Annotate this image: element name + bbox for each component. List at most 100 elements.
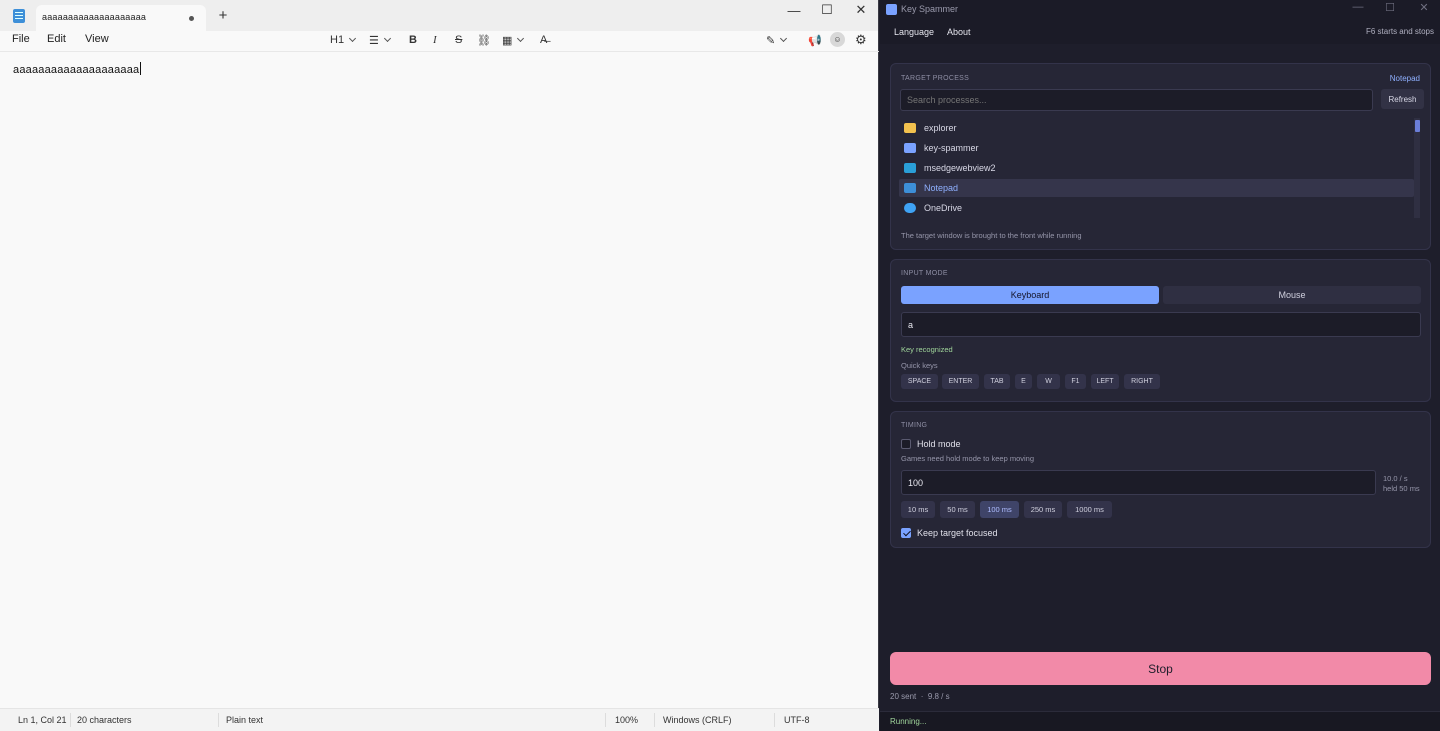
menu-about[interactable]: About [947, 27, 971, 37]
italic-button[interactable]: I [433, 33, 437, 47]
scrollbar-thumb[interactable] [1415, 120, 1420, 132]
status-separator [70, 713, 71, 727]
process-name: key-spammer [924, 143, 979, 153]
preset-50ms[interactable]: 50 ms [940, 501, 975, 518]
maximize-button[interactable]: ☐ [1376, 1, 1404, 14]
menu-edit[interactable]: Edit [47, 33, 66, 45]
interval-input[interactable]: 100 [901, 470, 1376, 495]
announcement-button[interactable]: 📢 [808, 33, 822, 47]
quick-key-w[interactable]: W [1037, 374, 1060, 389]
hold-mode-note: Games need hold mode to keep moving [901, 454, 1034, 463]
menu-file[interactable]: File [12, 33, 30, 45]
copilot-dropdown[interactable]: ✎ [766, 33, 788, 47]
preset-100ms[interactable]: 100 ms [980, 501, 1019, 518]
notepad-window: aaaaaaaaaaaaaaaaaaaa + — ☐ ✕ File Edit V… [0, 0, 879, 731]
gear-icon: ⚙ [855, 32, 867, 47]
menu-view[interactable]: View [85, 33, 109, 45]
notepad-tab[interactable]: aaaaaaaaaaaaaaaaaaaa [36, 5, 206, 31]
chevron-down-icon [383, 34, 391, 43]
editor-area[interactable]: aaaaaaaaaaaaaaaaaaaa [13, 62, 142, 76]
timing-label: TIMING [901, 422, 928, 429]
new-tab-button[interactable]: + [216, 7, 230, 24]
chevron-down-icon [517, 34, 525, 43]
rate-readout: 10.0 / s [1383, 474, 1408, 483]
avatar-icon: ☺ [833, 35, 842, 44]
settings-button[interactable]: ⚙ [855, 32, 867, 47]
zoom-level[interactable]: 100% [615, 715, 638, 725]
process-item-explorer[interactable]: explorer [899, 119, 1414, 137]
hold-mode-checkbox[interactable] [901, 439, 911, 449]
bold-button[interactable]: B [409, 33, 417, 47]
status-footer: Running... [880, 711, 1440, 731]
process-name: explorer [924, 123, 957, 133]
quick-key-f1[interactable]: F1 [1065, 374, 1086, 389]
preset-250ms[interactable]: 250 ms [1024, 501, 1062, 518]
quick-key-tab[interactable]: TAB [984, 374, 1010, 389]
account-button[interactable]: ☺ [830, 32, 845, 47]
cursor-position: Ln 1, Col 21 [18, 715, 67, 725]
pen-sparkle-icon: ✎ [766, 34, 776, 47]
quick-key-e[interactable]: E [1015, 374, 1032, 389]
keyboard-mode-button[interactable]: Keyboard [901, 286, 1159, 304]
process-item-key-spammer[interactable]: key-spammer [899, 139, 1414, 157]
process-name: OneDrive [924, 203, 963, 213]
quick-key-enter[interactable]: ENTER [942, 374, 979, 389]
unsaved-dot-icon[interactable] [189, 16, 194, 21]
timing-card: TIMING Hold mode Games need hold mode to… [890, 411, 1431, 548]
notepad-app-icon [13, 9, 25, 23]
hotkey-hint: F6 starts and stops [1365, 27, 1434, 36]
preset-1000ms[interactable]: 1000 ms [1067, 501, 1112, 518]
key-spammer-window: Key Spammer — ☐ ✕ Language About F6 star… [880, 0, 1440, 731]
editor-text: aaaaaaaaaaaaaaaaaaaa [13, 64, 140, 76]
preset-10ms[interactable]: 10 ms [901, 501, 935, 518]
menu-language[interactable]: Language [894, 27, 934, 37]
list-dropdown[interactable]: ☰ [369, 33, 391, 47]
maximize-button[interactable]: ☐ [810, 0, 844, 20]
key-input[interactable]: a [901, 312, 1421, 337]
process-item-notepad[interactable]: Notepad [899, 179, 1414, 197]
quick-key-left[interactable]: LEFT [1091, 374, 1119, 389]
minimize-button[interactable]: — [777, 0, 811, 20]
heading-label: H1 [330, 34, 345, 46]
key-spammer-app-icon [886, 4, 897, 15]
key-spammer-titlebar: Key Spammer — ☐ ✕ [880, 0, 1440, 19]
input-mode-label: INPUT MODE [901, 270, 948, 277]
edge-icon [904, 163, 916, 173]
line-ending[interactable]: Windows (CRLF) [663, 715, 732, 725]
process-name: msedgewebview2 [924, 163, 996, 173]
table-dropdown[interactable]: ▦ [502, 33, 525, 47]
status-separator [774, 713, 775, 727]
mouse-mode-button[interactable]: Mouse [1163, 286, 1421, 304]
close-button[interactable]: ✕ [844, 0, 878, 20]
minimize-button[interactable]: — [1344, 1, 1372, 13]
quick-key-space[interactable]: SPACE [901, 374, 938, 389]
keep-focused-checkbox[interactable] [901, 528, 911, 538]
keep-focused-label[interactable]: Keep target focused [917, 528, 998, 538]
strikethrough-button[interactable]: S [455, 33, 462, 47]
heading-dropdown[interactable]: H1 [330, 33, 357, 47]
process-name: Notepad [924, 183, 959, 193]
table-icon: ▦ [502, 34, 513, 47]
clear-formatting-button[interactable]: A̶ [540, 33, 547, 47]
stop-button[interactable]: Stop [890, 652, 1431, 685]
hold-mode-label[interactable]: Hold mode [917, 439, 961, 449]
cloud-icon [904, 203, 916, 213]
refresh-button[interactable]: Refresh [1381, 89, 1424, 109]
target-process-card: TARGET PROCESS Notepad Refresh explorer … [890, 63, 1431, 250]
close-button[interactable]: ✕ [1410, 1, 1438, 14]
app-icon [904, 143, 916, 153]
toolbar-divider [0, 51, 879, 52]
link-button[interactable]: ⛓ [477, 33, 491, 47]
target-process-label: TARGET PROCESS [901, 75, 970, 82]
character-count: 20 characters [77, 715, 132, 725]
encoding[interactable]: UTF-8 [784, 715, 810, 725]
text-format[interactable]: Plain text [226, 715, 263, 725]
held-readout: held 50 ms [1383, 484, 1420, 493]
notepad-tab-title: aaaaaaaaaaaaaaaaaaaa [42, 12, 147, 22]
process-item-msedgewebview2[interactable]: msedgewebview2 [899, 159, 1414, 177]
input-mode-card: INPUT MODE Keyboard Mouse a Key recogniz… [890, 259, 1431, 402]
quick-key-right[interactable]: RIGHT [1124, 374, 1160, 389]
process-item-onedrive[interactable]: OneDrive [899, 199, 1414, 217]
process-search-input[interactable] [900, 89, 1373, 111]
process-list-scrollbar[interactable] [1414, 118, 1420, 218]
